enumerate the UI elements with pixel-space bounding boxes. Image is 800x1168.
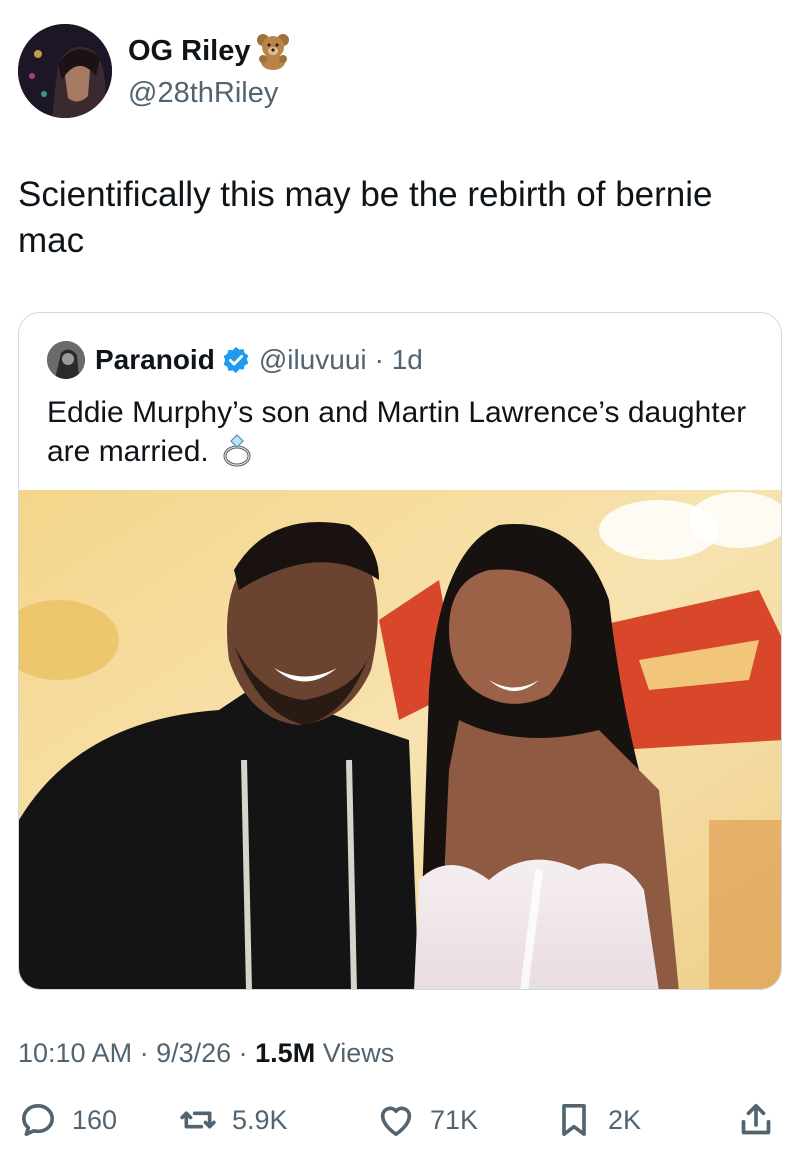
tweet-text: Scientifically this may be the rebirth o… — [18, 175, 713, 260]
quoted-text-block: Eddie Murphy’s son and Martin Lawrence’s… — [47, 393, 747, 471]
views-label: Views — [315, 1038, 395, 1068]
quoted-photo[interactable] — [19, 490, 782, 990]
tweet-date[interactable]: 9/3/26 — [156, 1038, 231, 1068]
heart-icon — [380, 1106, 412, 1136]
like-count: 71K — [430, 1104, 479, 1135]
ring-icon — [223, 434, 251, 467]
author-name-row[interactable]: OG Riley — [128, 32, 291, 70]
verified-badge-icon — [223, 346, 249, 374]
share-button[interactable] — [736, 1100, 776, 1140]
tweet-time[interactable]: 10:10 AM — [18, 1038, 132, 1068]
quoted-tweet-card[interactable]: Paranoid @iluvuui · 1d Eddie Murphy’s so… — [18, 312, 782, 990]
meta-separator: · — [132, 1038, 157, 1068]
reply-button[interactable]: 160 — [18, 1100, 117, 1140]
quoted-tweet-header: Paranoid @iluvuui · 1d — [47, 341, 423, 379]
teddy-bear-icon — [256, 34, 289, 70]
quoted-text: Eddie Murphy’s son and Martin Lawrence’s… — [47, 396, 747, 468]
tweet-header: OG Riley @28thRiley — [18, 24, 291, 118]
reply-icon — [22, 1104, 55, 1136]
quoted-author-avatar[interactable] — [47, 341, 85, 379]
quoted-display-name[interactable]: Paranoid — [95, 344, 215, 376]
author-avatar[interactable] — [18, 24, 112, 118]
meta-separator: · — [231, 1038, 256, 1068]
bookmark-count: 2K — [608, 1104, 642, 1135]
like-button[interactable]: 71K — [376, 1100, 478, 1140]
repost-count: 5.9K — [232, 1104, 288, 1135]
views-count: 1.5M — [255, 1038, 316, 1068]
author-display-name[interactable]: OG Riley — [128, 34, 251, 68]
tweet-actions-bar: 160 5.9K 71K 2K — [18, 1100, 782, 1150]
share-icon — [741, 1104, 771, 1135]
bookmark-icon — [562, 1104, 586, 1136]
reply-count: 160 — [72, 1104, 118, 1135]
quoted-age: · 1d — [374, 344, 423, 375]
bookmark-button[interactable]: 2K — [554, 1100, 641, 1140]
quoted-handle[interactable]: @iluvuui — [259, 344, 367, 376]
repost-button[interactable]: 5.9K — [178, 1100, 288, 1140]
author-handle[interactable]: @28thRiley — [128, 76, 291, 110]
repost-icon — [180, 1111, 216, 1129]
tweet-meta: 10:10 AM · 9/3/26 · 1.5M Views — [18, 1038, 394, 1069]
